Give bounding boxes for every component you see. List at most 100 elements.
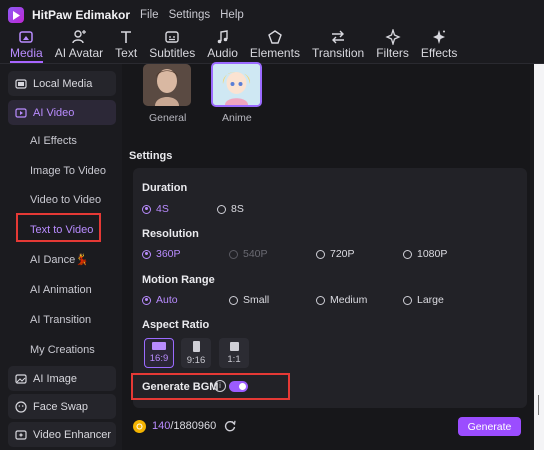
duration-label: Duration — [142, 182, 188, 194]
tab-ai-avatar[interactable]: AI Avatar — [49, 29, 109, 63]
duration-option-8s[interactable]: 8S — [217, 203, 244, 215]
radio-icon — [217, 204, 226, 214]
aspect-ratio-16-9[interactable]: 16:9 — [144, 338, 174, 368]
resize-handle[interactable] — [538, 395, 539, 415]
resolution-option-360p[interactable]: 360P — [142, 248, 181, 260]
sidebar-sub-video-to-video[interactable]: Video to Video — [30, 194, 101, 206]
tab-text[interactable]: Text — [109, 29, 143, 63]
sidebar-item-label: AI Video — [33, 106, 75, 119]
sidebar-sub-ai-effects[interactable]: AI Effects — [30, 135, 77, 147]
option-label: 360P — [156, 248, 181, 260]
aspect-ratio-1-1[interactable]: 1:1 — [219, 338, 249, 368]
ratio-label: 16:9 — [149, 353, 169, 364]
app-logo-icon — [8, 7, 24, 23]
tab-subtitles[interactable]: Subtitles — [143, 29, 201, 63]
menu-help[interactable]: Help — [220, 9, 244, 21]
radio-selected-icon — [142, 204, 151, 214]
sidebar-sub-my-creations[interactable]: My Creations — [30, 344, 95, 356]
general-portrait-image — [143, 64, 191, 106]
option-label: Large — [417, 294, 444, 306]
subtitles-icon — [165, 31, 179, 43]
credits-display: 140/1880960 — [152, 420, 216, 432]
menu-settings[interactable]: Settings — [169, 9, 211, 21]
tab-audio[interactable]: Audio — [201, 29, 244, 63]
credits-coin-icon — [133, 420, 146, 433]
style-thumb-anime[interactable] — [211, 62, 262, 107]
tab-elements[interactable]: Elements — [244, 29, 306, 63]
generate-button[interactable]: Generate — [458, 417, 521, 436]
image-icon — [15, 373, 27, 384]
square-ratio-icon — [229, 341, 239, 351]
sidebar-item-label: Video Enhancer — [33, 428, 112, 441]
tab-filters[interactable]: Filters — [370, 29, 415, 63]
style-thumb-general[interactable] — [143, 64, 191, 106]
resolution-label: Resolution — [142, 228, 199, 240]
highlight-box-generate-bgm — [131, 373, 290, 400]
settings-card — [133, 168, 527, 408]
option-label: 1080P — [417, 248, 448, 260]
credits-total: /1880960 — [170, 420, 217, 432]
sidebar-item-label: Face Swap — [33, 400, 89, 413]
option-label: 720P — [330, 248, 355, 260]
motion-option-auto[interactable]: Auto — [142, 294, 178, 306]
sidebar-item-ai-image[interactable]: AI Image — [8, 366, 116, 391]
sidebar-item-label: Local Media — [33, 77, 93, 90]
menu-file[interactable]: File — [140, 9, 159, 21]
radio-icon — [316, 295, 325, 305]
resolution-option-720p[interactable]: 720P — [316, 248, 355, 260]
tab-text-label: Text — [115, 46, 138, 60]
option-label: Auto — [156, 294, 178, 306]
audio-icon — [217, 30, 228, 44]
duration-option-4s[interactable]: 4S — [142, 203, 169, 215]
sidebar-item-ai-video[interactable]: AI Video — [8, 100, 116, 125]
dancer-icon: 💃 — [75, 254, 89, 266]
sidebar-item-video-enhancer[interactable]: Video Enhancer — [8, 422, 116, 447]
tab-elements-label: Elements — [249, 46, 300, 60]
tab-media-label: Media — [10, 46, 43, 60]
ratio-label: 1:1 — [227, 353, 241, 365]
elements-icon — [268, 30, 282, 44]
sidebar-sub-ai-animation[interactable]: AI Animation — [30, 284, 92, 296]
tab-effects[interactable]: Effects — [415, 29, 463, 63]
motion-option-medium[interactable]: Medium — [316, 294, 367, 306]
ratio-label: 9:16 — [186, 354, 206, 366]
radio-icon — [316, 249, 325, 259]
sidebar-sub-ai-dance[interactable]: AI Dance — [30, 254, 75, 266]
tab-transition[interactable]: Transition — [306, 29, 370, 63]
style-label-anime: Anime — [222, 112, 252, 124]
sidebar-item-face-swap[interactable]: Face Swap — [8, 394, 116, 419]
radio-selected-icon — [142, 249, 151, 259]
tab-filters-label: Filters — [376, 46, 409, 60]
radio-icon — [229, 295, 238, 305]
credits-used: 140 — [152, 420, 171, 432]
option-label: Small — [243, 294, 270, 306]
title-bar: HitPaw Edimakor File Settings Help — [0, 0, 544, 30]
portrait-ratio-icon — [192, 340, 200, 352]
radio-icon — [403, 295, 412, 305]
anime-portrait-image — [213, 64, 260, 105]
transition-icon — [332, 30, 345, 44]
sidebar-item-local-media[interactable]: Local Media — [8, 71, 116, 96]
refresh-icon[interactable] — [223, 419, 237, 433]
resolution-option-540p: 540P — [229, 248, 268, 260]
face-swap-icon — [15, 400, 27, 413]
tab-effects-label: Effects — [420, 46, 458, 60]
option-label: 8S — [231, 203, 244, 215]
sidebar-item-label: AI Image — [33, 372, 78, 385]
ai-video-icon — [15, 107, 27, 118]
landscape-ratio-icon — [152, 342, 166, 350]
sidebar-sub-ai-transition[interactable]: AI Transition — [30, 314, 91, 326]
resolution-option-1080p[interactable]: 1080P — [403, 248, 447, 260]
sidebar-sub-image-to-video[interactable]: Image To Video — [30, 165, 106, 177]
tab-media[interactable]: Media — [4, 29, 49, 63]
option-label: 4S — [156, 203, 169, 215]
aspect-ratio-9-16[interactable]: 9:16 — [181, 338, 211, 368]
settings-title: Settings — [129, 150, 173, 162]
effects-icon — [433, 30, 446, 44]
motion-option-large[interactable]: Large — [403, 294, 444, 306]
tab-ai-avatar-label: AI Avatar — [54, 46, 104, 60]
radio-disabled-icon — [229, 249, 238, 259]
motion-option-small[interactable]: Small — [229, 294, 269, 306]
media-icon — [19, 31, 34, 43]
radio-icon — [403, 249, 412, 259]
